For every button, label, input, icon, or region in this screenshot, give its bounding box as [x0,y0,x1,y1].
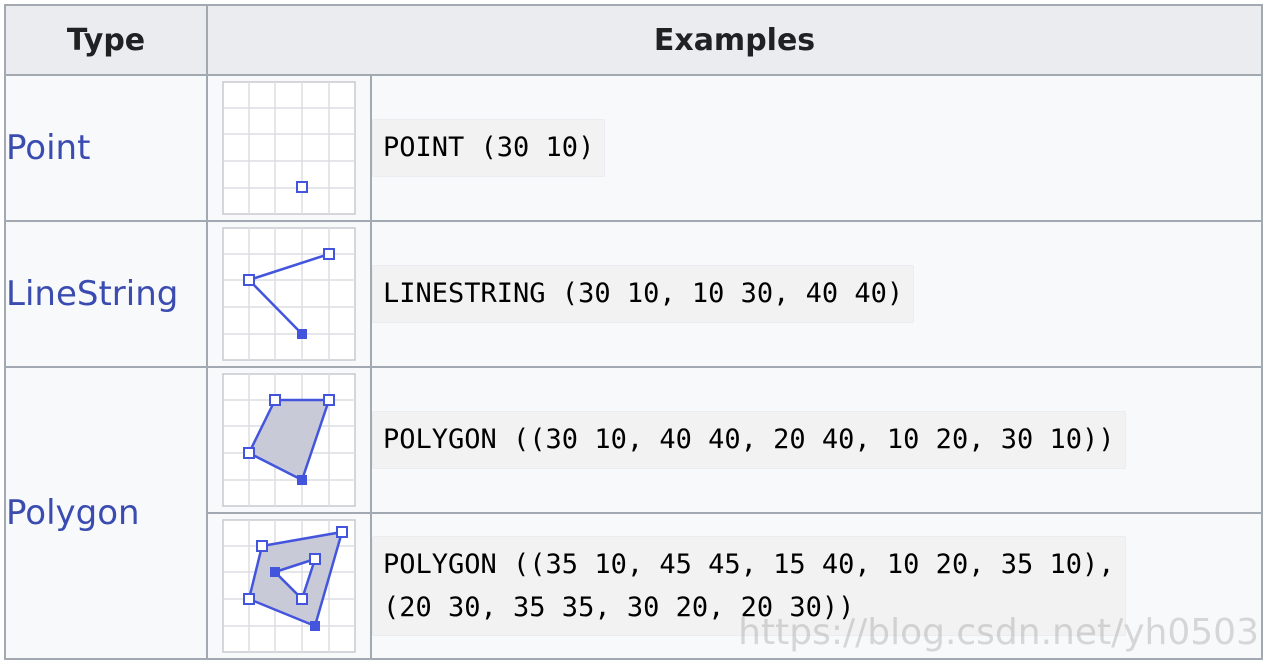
linestring-diagram-cell [206,220,372,368]
header-examples: Examples [206,4,1263,76]
polygon-diagram [222,373,356,507]
wkt-geometry-table: Type Examples Point POINT (30 10) LineSt… [4,4,1263,660]
type-cell-linestring: LineString [4,220,208,368]
linestring-example-cell: LINESTRING (30 10, 10 30, 40 40) [370,220,1263,368]
table-row-point: Point POINT (30 10) [4,74,1263,222]
polygon-diagram-cell [206,366,372,514]
type-cell-polygon: Polygon [4,366,208,660]
linestring-link[interactable]: LineString [6,274,178,314]
outer-ring-vertex [256,540,268,552]
point-diagram-cell [206,74,372,222]
linestring-diagram [222,227,356,361]
polygon-example-cell: POLYGON ((30 10, 40 40, 20 40, 10 20, 30… [370,366,1263,514]
polygon-start-vertex [297,475,307,485]
polygon-wkt-code: POLYGON ((30 10, 40 40, 20 40, 10 20, 30… [372,411,1126,469]
polygon-hole-diagram [222,519,356,653]
linestring-vertex [243,274,255,286]
outer-ring-vertex [243,593,255,605]
point-diagram [222,81,356,215]
inner-ring-vertex [296,593,308,605]
linestring-vertex [323,248,335,260]
polygon-hole-example-cell: POLYGON ((35 10, 45 45, 15 40, 10 20, 35… [370,512,1263,660]
table-row-polygon: Polygon POLYGON ((30 10, 40 40, 20 40, 1… [4,366,1263,660]
polygon-hole-wkt-code: POLYGON ((35 10, 45 45, 15 40, 10 20, 35… [372,535,1126,637]
linestring-wkt-code: LINESTRING (30 10, 10 30, 40 40) [372,265,915,323]
point-wkt-code: POINT (30 10) [372,119,606,177]
polygon-vertex [269,394,281,406]
polygon-hole-diagram-cell [206,512,372,660]
outer-ring-start-vertex [310,621,320,631]
inner-ring-start-vertex [270,567,280,577]
polygon-link[interactable]: Polygon [6,493,140,533]
inner-ring-vertex [309,553,321,565]
outer-ring-vertex [336,526,348,538]
type-cell-point: Point [4,74,208,222]
point-link[interactable]: Point [6,128,90,168]
table-row-linestring: LineString LINESTRING (30 10, 10 30, 40 … [4,220,1263,368]
polygon-vertex [323,394,335,406]
polygon-vertex [243,447,255,459]
linestring-end-vertex [297,329,307,339]
header-row: Type Examples [4,4,1263,76]
point-example-cell: POINT (30 10) [370,74,1263,222]
header-type: Type [4,4,208,76]
point-vertex [296,181,308,193]
